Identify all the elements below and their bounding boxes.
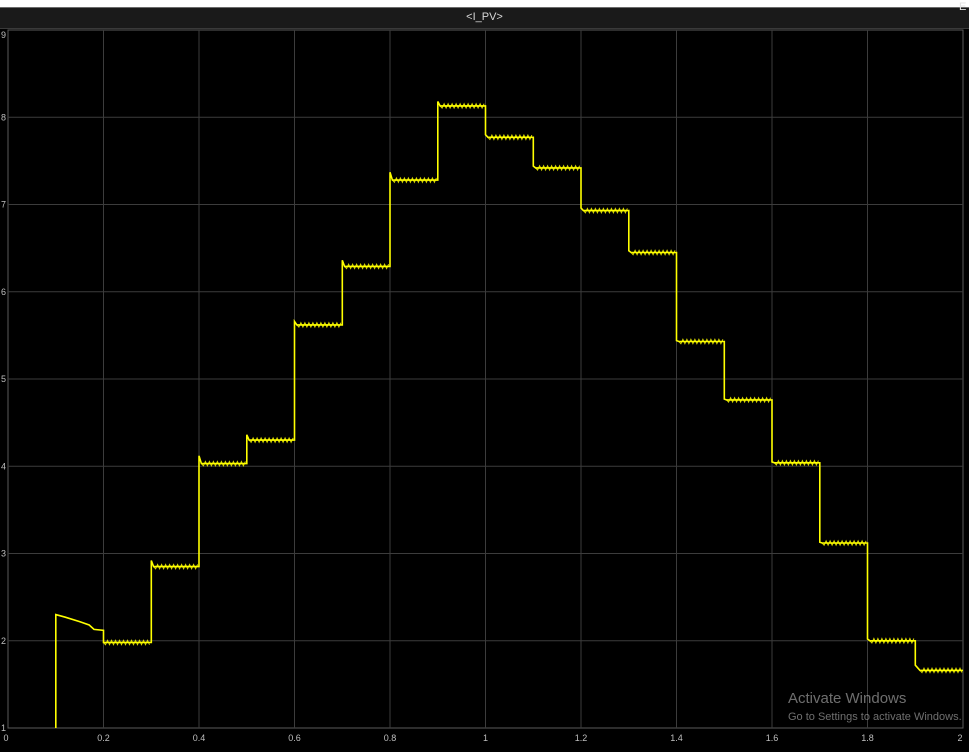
x-tick-label: 0 [3, 733, 8, 743]
plot-area[interactable]: 0 0.2 0.4 0.6 0.8 1 1.2 1.4 1.6 1.8 2 1 2 3 4 5 6 7 8 9 [0, 0, 969, 752]
x-tick-label: 0.6 [288, 733, 301, 743]
signal-series [54, 101, 963, 728]
x-tick-label: 1.8 [861, 733, 874, 743]
x-tick-label: 1.6 [766, 733, 779, 743]
x-tick-label: 0.2 [97, 733, 110, 743]
y-tick-label: 1 [1, 723, 6, 733]
scope-window: <I_PV> E 0 0.2 0.4 0.6 0.8 1 1.2 1.4 1.6 1.8 2 1 2 3 4… [0, 0, 969, 752]
y-tick-label: 7 [1, 200, 6, 210]
x-tick-label: 0.4 [193, 733, 206, 743]
y-tick-label: 5 [1, 374, 6, 384]
x-tick-label: 2 [957, 733, 962, 743]
y-tick-label: 3 [1, 549, 6, 559]
y-tick-label: 4 [1, 461, 6, 471]
y-tick-label: 2 [1, 636, 6, 646]
x-tick-label: 0.8 [384, 733, 397, 743]
signal-line [54, 101, 963, 728]
y-tick-label: 9 [1, 30, 6, 40]
y-tick-label: 8 [1, 112, 6, 122]
x-tick-label: 1.2 [575, 733, 588, 743]
y-tick-label: 6 [1, 287, 6, 297]
watermark-subtitle: Go to Settings to activate Windows. [788, 711, 962, 723]
tick-labels: 0 0.2 0.4 0.6 0.8 1 1.2 1.4 1.6 1.8 2 1 2 3 4 5 6 7 8 9 [1, 30, 963, 743]
activation-watermark: Activate Windows Go to Settings to activ… [788, 690, 962, 723]
x-tick-label: 1.4 [670, 733, 683, 743]
watermark-title: Activate Windows [788, 690, 907, 707]
x-tick-label: 1 [483, 733, 488, 743]
